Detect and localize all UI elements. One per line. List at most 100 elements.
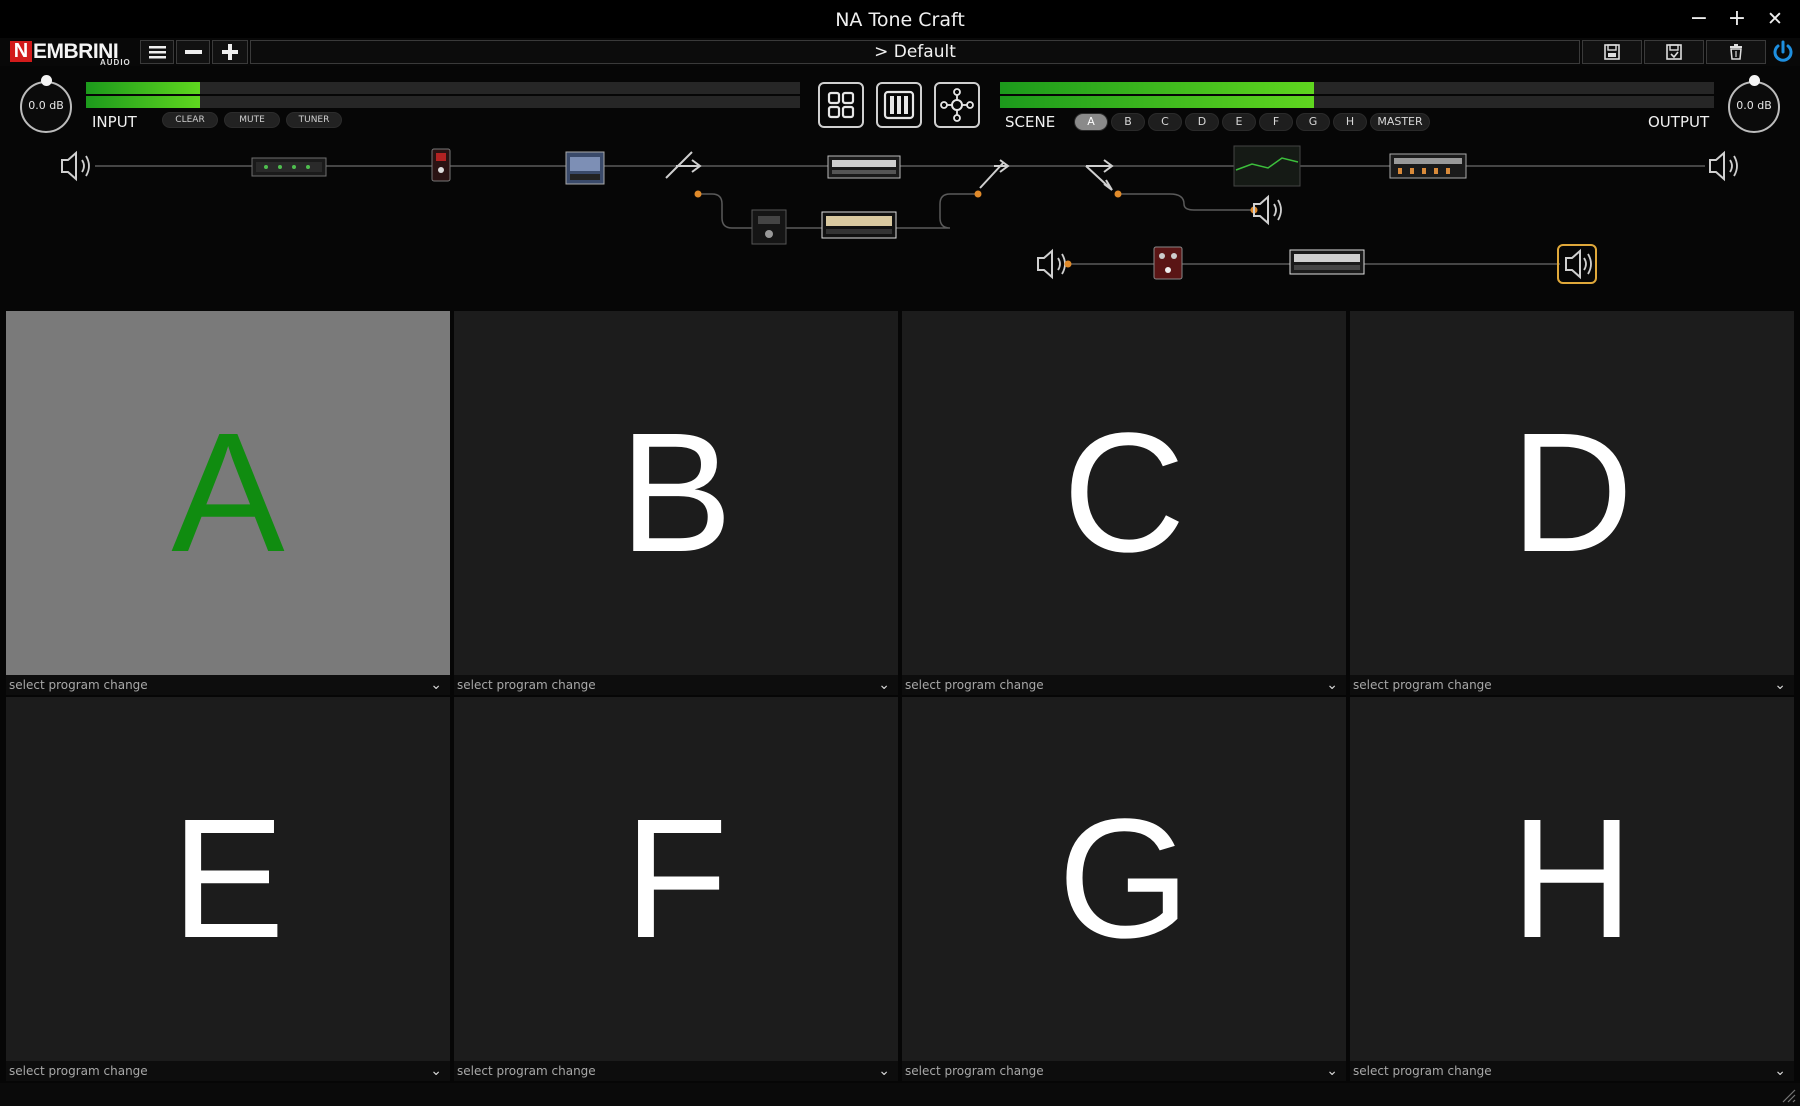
scene-pad-d[interactable]: D [1350, 311, 1794, 675]
scene-pill-master[interactable]: MASTER [1370, 113, 1430, 131]
program-change-select-g[interactable]: select program change ⌄ [902, 1061, 1346, 1081]
clear-button[interactable]: CLEAR [162, 112, 218, 128]
chain-block-eq-rack[interactable] [1389, 153, 1467, 179]
trash-icon [1730, 44, 1742, 60]
output-gain-knob[interactable]: 0.0 dB [1728, 75, 1780, 133]
scene-pill-e[interactable]: E [1222, 113, 1256, 131]
previous-preset-button[interactable] [176, 40, 210, 64]
rack-view-button[interactable] [876, 82, 922, 128]
minimize-button[interactable]: − [1684, 6, 1714, 34]
nembrini-logo: N EMBRINI AUDIO [8, 40, 136, 67]
chain-aux-input-icon[interactable] [1037, 248, 1072, 280]
chain-block-noise-gate[interactable] [251, 157, 327, 177]
input-meter-right-fill [86, 96, 201, 108]
chain-block-compressor[interactable] [565, 151, 605, 185]
input-meter-left [86, 82, 800, 94]
program-change-text: select program change [1353, 678, 1492, 692]
knob-indicator [1749, 75, 1760, 86]
chain-block-fuzz-pedal[interactable] [751, 209, 787, 245]
scene-pad-h[interactable]: H [1350, 697, 1794, 1061]
logo-sub: AUDIO [100, 58, 131, 67]
scene-label: SCENE [1005, 113, 1056, 131]
scene-pill-a[interactable]: A [1074, 113, 1108, 131]
scene-cell-g: G select program change ⌄ [902, 697, 1346, 1081]
scene-pill-g[interactable]: G [1296, 113, 1330, 131]
scene-pill-b[interactable]: B [1111, 113, 1145, 131]
chain-aux-output-icon[interactable] [1250, 194, 1282, 226]
program-change-select-e[interactable]: select program change ⌄ [6, 1061, 450, 1081]
scene-pill-c[interactable]: C [1148, 113, 1182, 131]
scene-pill-f[interactable]: F [1259, 113, 1293, 131]
program-change-text: select program change [9, 678, 148, 692]
signal-chain [61, 145, 1738, 284]
chain-splitter-1[interactable] [665, 151, 702, 198]
scene-pill-h[interactable]: H [1333, 113, 1367, 131]
scene-pad-f[interactable]: F [454, 697, 898, 1061]
scene-pad-c[interactable]: C [902, 311, 1346, 675]
scene-pad-g[interactable]: G [902, 697, 1346, 1061]
logo-n-mark: N [10, 41, 32, 62]
save-preset-button[interactable] [1582, 40, 1642, 64]
chain-selected-output-icon[interactable] [1557, 244, 1597, 284]
chain-block-power-amp[interactable] [1289, 249, 1365, 275]
scene-pad-b[interactable]: B [454, 311, 898, 675]
program-change-select-b[interactable]: select program change ⌄ [454, 675, 898, 695]
scene-letter: D [1510, 398, 1634, 588]
resize-grip-icon[interactable] [1780, 1087, 1796, 1103]
network-icon [940, 88, 974, 122]
maximize-button[interactable]: + [1722, 6, 1752, 34]
grid-icon [827, 91, 855, 119]
chain-block-wah-pedal[interactable] [431, 148, 451, 182]
save-as-preset-button[interactable] [1644, 40, 1704, 64]
save-icon [1604, 44, 1620, 60]
save-as-icon [1666, 44, 1682, 60]
routing-view-button[interactable] [934, 82, 980, 128]
chain-block-cab-sim[interactable] [1233, 145, 1301, 187]
output-gain-value: 0.0 dB [1736, 99, 1772, 112]
next-preset-button[interactable] [212, 40, 248, 64]
scene-grid: A select program change ⌄ B select progra… [6, 311, 1794, 1081]
program-change-text: select program change [457, 1064, 596, 1078]
grid-view-button[interactable] [818, 82, 864, 128]
scene-cell-h: H select program change ⌄ [1350, 697, 1794, 1081]
program-change-text: select program change [1353, 1064, 1492, 1078]
scene-letter: G [1057, 784, 1191, 974]
mute-button[interactable]: MUTE [224, 112, 280, 128]
tuner-button[interactable]: TUNER [286, 112, 342, 128]
close-button[interactable]: ✕ [1760, 6, 1790, 34]
scene-pad-e[interactable]: E [6, 697, 450, 1061]
power-button[interactable] [1768, 38, 1798, 66]
program-change-select-c[interactable]: select program change ⌄ [902, 675, 1346, 695]
preset-name[interactable]: > Default [250, 40, 1580, 64]
chain-input-icon[interactable] [61, 150, 90, 182]
scene-pad-a[interactable]: A [6, 311, 450, 675]
program-change-select-h[interactable]: select program change ⌄ [1350, 1061, 1794, 1081]
input-meter-left-fill [86, 82, 201, 94]
program-change-text: select program change [9, 1064, 148, 1078]
program-change-select-f[interactable]: select program change ⌄ [454, 1061, 898, 1081]
chevron-down-icon: ⌄ [1326, 1063, 1338, 1079]
columns-icon [883, 90, 915, 120]
chain-output-icon[interactable] [1709, 150, 1738, 182]
output-meter-left [1000, 82, 1714, 94]
delete-preset-button[interactable] [1706, 40, 1766, 64]
chain-block-amp-head[interactable] [827, 155, 901, 179]
input-label: INPUT [92, 113, 137, 131]
title-bar: NA Tone Craft − + ✕ [0, 0, 1800, 38]
output-meter-right-fill [1000, 96, 1315, 108]
input-gain-knob[interactable]: 0.0 dB [20, 75, 72, 133]
chevron-down-icon: ⌄ [1774, 677, 1786, 693]
chain-block-drive-pedal[interactable] [1153, 246, 1183, 280]
chain-block-amp-combo[interactable] [821, 211, 897, 239]
scene-cell-b: B select program change ⌄ [454, 311, 898, 695]
menu-button[interactable] [140, 40, 174, 64]
input-meter-right [86, 96, 800, 108]
knob-indicator [41, 75, 52, 86]
power-icon [1773, 40, 1793, 62]
scene-pill-d[interactable]: D [1185, 113, 1219, 131]
program-change-select-d[interactable]: select program change ⌄ [1350, 675, 1794, 695]
program-change-select-a[interactable]: select program change ⌄ [6, 675, 450, 695]
program-change-text: select program change [905, 678, 1044, 692]
scene-letter: H [1510, 784, 1634, 974]
window-title: NA Tone Craft [835, 9, 965, 31]
